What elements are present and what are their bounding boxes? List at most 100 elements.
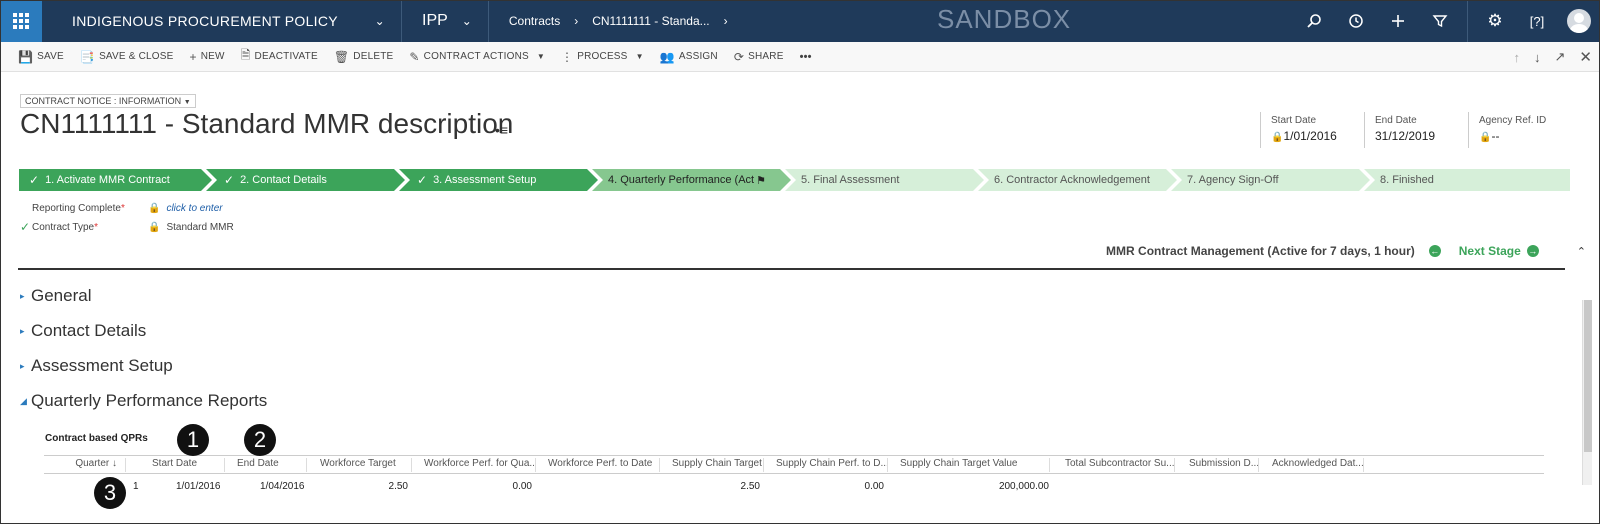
frame-border xyxy=(0,0,1600,524)
collapse-arrow-icon: ◢ xyxy=(20,395,27,406)
scrollbar-thumb[interactable] xyxy=(1584,300,1592,452)
app-switcher[interactable]: INDIGENOUS PROCUREMENT POLICY ⌄ xyxy=(42,0,402,42)
stage-6[interactable]: 6. Contractor Acknowledgement xyxy=(978,169,1177,191)
required-marker: * xyxy=(94,222,98,233)
stage-5[interactable]: 5. Final Assessment xyxy=(785,169,984,191)
cell-supply-chain-target: 2.50 xyxy=(740,481,760,492)
chevron-down-icon: ⌄ xyxy=(461,14,472,28)
app-name: INDIGENOUS PROCUREMENT POLICY xyxy=(72,13,338,29)
filter-icon[interactable] xyxy=(1419,0,1461,42)
checkmark-icon: ✓ xyxy=(20,220,31,234)
header-fields: Start Date 🔒1/01/2016 End Date 31/12/201… xyxy=(1260,112,1572,148)
column-header[interactable]: Supply Chain Target Value xyxy=(900,458,1050,472)
history-icon[interactable] xyxy=(1335,0,1377,42)
assign-button[interactable]: 👥 ASSIGN xyxy=(660,50,718,64)
stage-field-reporting-complete: Reporting Complete* 🔒 click to enter xyxy=(32,203,223,214)
section-assessment-setup[interactable]: ▸ Assessment Setup xyxy=(20,356,173,376)
trash-icon: 🗑 xyxy=(333,49,350,64)
active-process-info: MMR Contract Management (Active for 7 da… xyxy=(1106,244,1415,258)
stage-8[interactable]: 8. Finished xyxy=(1364,169,1570,191)
cell-workforce-target: 2.50 xyxy=(388,481,408,492)
avatar[interactable] xyxy=(1558,0,1600,42)
chevron-down-icon: ⌄ xyxy=(374,14,385,28)
reporting-complete-input[interactable]: 🔒 click to enter xyxy=(148,203,223,214)
column-header[interactable]: Total Subcontractor Su... xyxy=(1065,458,1175,472)
help-icon[interactable]: [?] xyxy=(1516,0,1558,42)
app-launcher-icon[interactable] xyxy=(0,0,42,42)
new-button[interactable]: + NEW xyxy=(190,50,225,64)
column-header[interactable]: Supply Chain Perf. to D... xyxy=(776,458,888,472)
subgrid-title: Contract based QPRs xyxy=(45,433,148,444)
plus-icon[interactable] xyxy=(1377,0,1419,42)
stage-1[interactable]: ✓ 1. Activate MMR Contract xyxy=(19,169,212,191)
collapse-icon[interactable]: ⌃ xyxy=(1577,245,1586,258)
app-abbrev: IPP xyxy=(422,12,448,29)
search-icon[interactable] xyxy=(1293,0,1335,42)
save-button[interactable]: 💾 SAVE xyxy=(18,50,64,64)
table-row[interactable]: 1 1/01/2016 1/04/2016 2.50 0.00 2.50 0.0… xyxy=(44,481,1544,497)
arrow-down-icon[interactable]: ↓ xyxy=(1534,50,1541,65)
arrow-up-icon[interactable]: ↑ xyxy=(1514,50,1521,65)
area-switcher[interactable]: IPP ⌄ xyxy=(402,0,489,42)
next-stage-button[interactable]: Next Stage xyxy=(1459,244,1521,258)
save-close-button[interactable]: 📑 SAVE & CLOSE xyxy=(80,50,174,64)
stage-4[interactable]: 4. Quarterly Performance (Act ⚑ xyxy=(592,169,791,191)
column-header[interactable]: Workforce Target xyxy=(320,458,412,472)
delete-button[interactable]: 🗑 DELETE xyxy=(334,50,394,64)
column-header[interactable]: Quarter ↓ xyxy=(44,458,126,472)
section-quarterly-performance-reports[interactable]: ◢ Quarterly Performance Reports xyxy=(20,391,267,411)
header-field-end-date[interactable]: End Date 31/12/2019 xyxy=(1364,112,1468,148)
header-field-agency-ref: Agency Ref. ID 🔒-- xyxy=(1468,112,1572,148)
expand-arrow-icon: ▸ xyxy=(20,360,25,371)
stage-footer: MMR Contract Management (Active for 7 da… xyxy=(1106,244,1586,258)
caret-down-icon: ▼ xyxy=(183,99,191,106)
column-header[interactable]: Submission D... xyxy=(1189,458,1259,472)
breadcrumb-record[interactable]: CN1111111 - Standa... xyxy=(592,14,709,28)
callout-badge: 1 xyxy=(177,424,209,456)
checkmark-icon: ✓ xyxy=(29,173,40,187)
column-header[interactable]: Supply Chain Target xyxy=(672,458,764,472)
cell-workforce-perf-quarter: 0.00 xyxy=(512,481,532,492)
chevron-right-icon[interactable]: › xyxy=(724,14,728,28)
required-marker: * xyxy=(120,203,125,214)
process-button[interactable]: ⋮ PROCESS ▼ xyxy=(561,50,644,64)
expand-arrow-icon: ▸ xyxy=(20,290,25,301)
deactivate-button[interactable]: 🗎 DEACTIVATE xyxy=(241,46,318,67)
lock-icon: 🔒 xyxy=(1271,132,1284,143)
cell-end-date: 1/04/2016 xyxy=(260,481,305,492)
lock-icon: 🔒 xyxy=(148,222,161,233)
page-title: CN1111111 - Standard MMR description xyxy=(20,108,514,139)
column-header[interactable]: Workforce Perf. for Qua... xyxy=(424,458,536,472)
close-icon[interactable]: ✕ xyxy=(1579,48,1592,66)
next-stage-icon[interactable]: → xyxy=(1526,245,1539,257)
contract-type-value: 🔒 Standard MMR xyxy=(148,222,234,233)
share-icon: ⟳ xyxy=(733,49,745,64)
breadcrumb-contracts[interactable]: Contracts xyxy=(509,14,560,28)
gear-icon[interactable]: ⚙ xyxy=(1474,0,1516,42)
contract-actions-button[interactable]: ✎ CONTRACT ACTIONS ▼ xyxy=(409,50,545,64)
command-bar: 💾 SAVE 📑 SAVE & CLOSE + NEW 🗎 DEACTIVATE 🗑 DE… xyxy=(0,42,1600,72)
vertical-scrollbar[interactable] xyxy=(1582,300,1592,485)
caret-down-icon: ▼ xyxy=(536,52,546,61)
stage-field-contract-type: ✓ Contract Type* 🔒 Standard MMR xyxy=(20,220,234,234)
section-general[interactable]: ▸ General xyxy=(20,286,91,306)
form-selector[interactable]: CONTRACT NOTICE : INFORMATION ▼ xyxy=(20,94,196,108)
section-contact-details[interactable]: ▸ Contact Details xyxy=(20,321,146,341)
column-header[interactable]: End Date xyxy=(237,458,307,472)
plus-icon: + xyxy=(189,49,197,64)
checkmark-icon: ✓ xyxy=(417,173,428,187)
pop-out-icon[interactable]: ↗ xyxy=(1555,49,1566,65)
stage-7[interactable]: 7. Agency Sign-Off xyxy=(1171,169,1370,191)
stage-3[interactable]: ✓ 3. Assessment Setup xyxy=(399,169,598,191)
more-button[interactable]: ••• xyxy=(800,51,812,63)
record-menu-icon[interactable]: •≡ xyxy=(495,122,508,138)
cell-supply-chain-perf: 0.00 xyxy=(864,481,884,492)
share-button[interactable]: ⟳ SHARE xyxy=(734,50,784,64)
process-bar: ✓ 1. Activate MMR Contract ✓ 2. Contact De… xyxy=(19,169,1570,191)
previous-stage-icon[interactable]: ← xyxy=(1428,245,1441,257)
stage-2[interactable]: ✓ 2. Contact Details xyxy=(206,169,405,191)
column-header[interactable]: Start Date xyxy=(152,458,225,472)
column-header[interactable]: Workforce Perf. to Date xyxy=(548,458,660,472)
deactivate-icon: 🗎 xyxy=(240,48,251,62)
column-header[interactable]: Acknowledged Dat... xyxy=(1272,458,1364,472)
